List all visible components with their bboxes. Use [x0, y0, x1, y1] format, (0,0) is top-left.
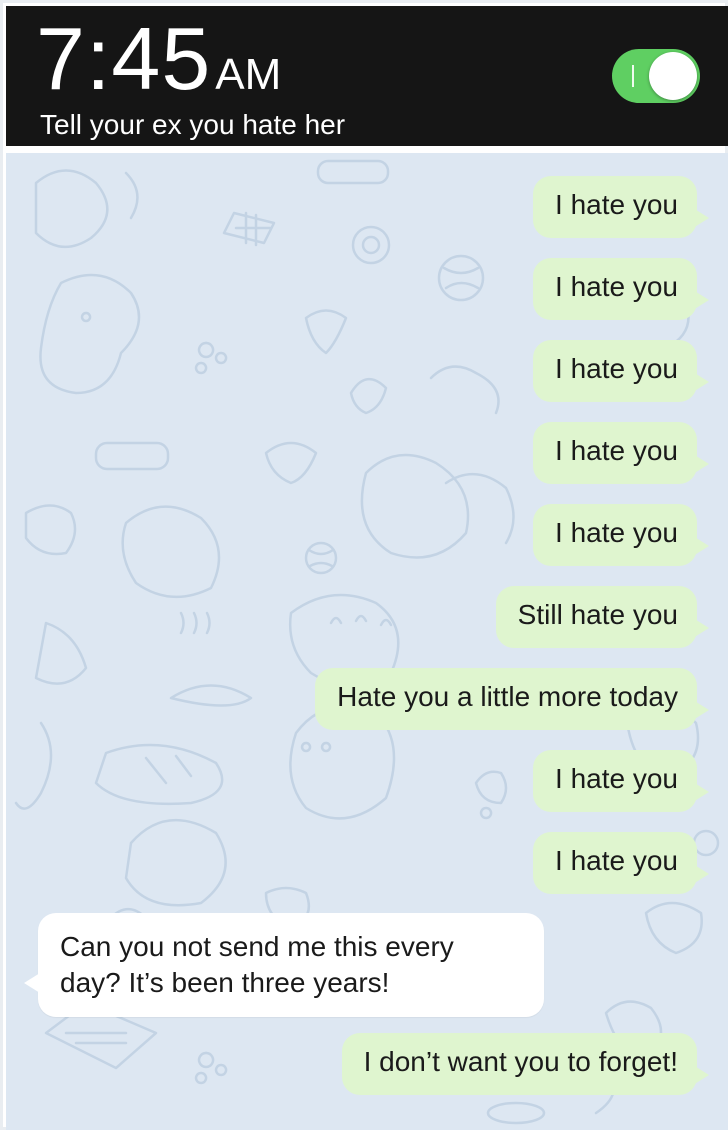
message-bubble-outgoing[interactable]: Hate you a little more today	[315, 668, 709, 730]
message-bubble-incoming[interactable]: Can you not send me this every day? It’s…	[24, 913, 544, 1017]
toggle-knob[interactable]	[649, 52, 697, 100]
message-bubble-outgoing[interactable]: I hate you	[533, 176, 709, 238]
message-bubble-outgoing[interactable]: I hate you	[533, 258, 709, 320]
message-bubble-outgoing[interactable]: I hate you	[533, 504, 709, 566]
chat-thread[interactable]: I hate you I hate you I hate you I hate …	[6, 153, 728, 1130]
alarm-time-digits: 7:45	[36, 9, 212, 108]
message-bubble-outgoing[interactable]: I hate you	[533, 340, 709, 402]
message-bubble-outgoing[interactable]: I hate you	[533, 422, 709, 484]
message-bubble-outgoing[interactable]: I hate you	[533, 750, 709, 812]
alarm-label: Tell your ex you hate her	[40, 109, 346, 140]
alarm-time: 7:45AM	[36, 14, 281, 104]
alarm-toggle-switch[interactable]	[612, 49, 700, 103]
alarm-header: 7:45AM Tell your ex you hate her	[6, 6, 728, 146]
message-bubble-outgoing[interactable]: Still hate you	[495, 586, 710, 648]
message-bubble-outgoing[interactable]: I hate you	[533, 832, 709, 894]
toggle-on-mark-icon	[632, 65, 634, 87]
screenshot-frame: 7:45AM Tell your ex you hate her I hate …	[0, 0, 728, 1130]
alarm-time-ampm: AM	[215, 50, 282, 99]
message-bubble-outgoing[interactable]: I don’t want you to forget!	[341, 1033, 710, 1095]
